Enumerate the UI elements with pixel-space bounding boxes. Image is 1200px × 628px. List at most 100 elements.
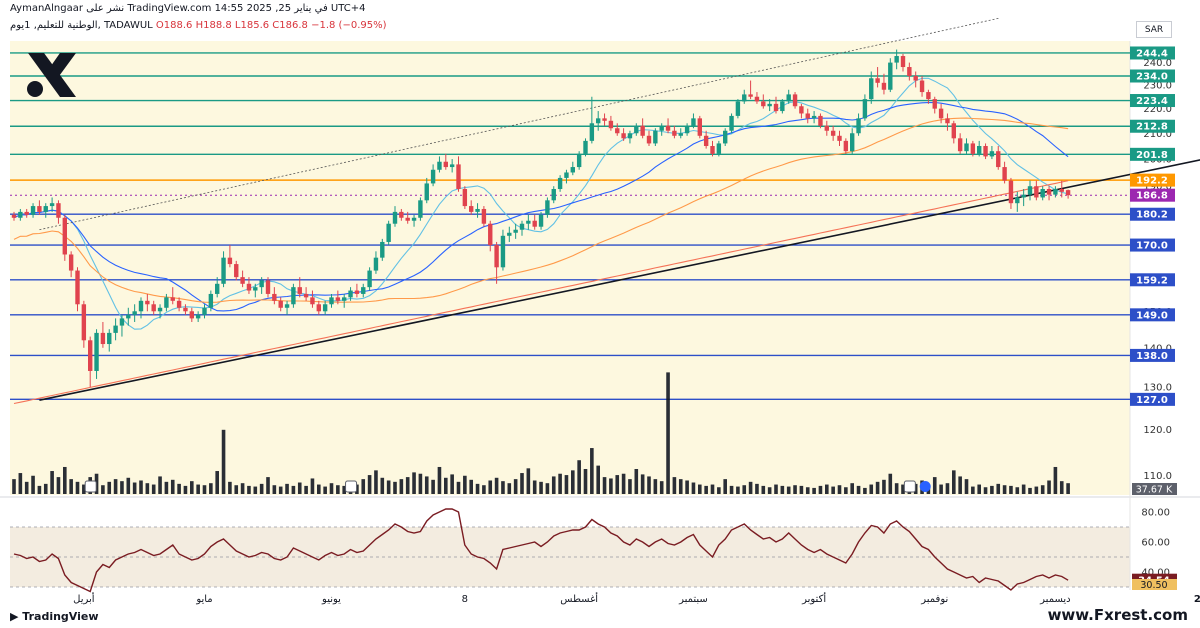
volume-bar (704, 485, 708, 494)
candle-body (157, 307, 163, 312)
volume-bar (932, 477, 937, 494)
candle-body (869, 78, 874, 100)
time-axis-label: أغسطس (560, 592, 598, 605)
candle-body (462, 189, 468, 207)
volume-bar (488, 480, 493, 494)
candle-body (811, 115, 817, 119)
volume-bar (367, 475, 372, 494)
volume-bar (120, 481, 124, 494)
volume-bar (18, 473, 23, 494)
candle-body (627, 133, 633, 139)
candle-body (894, 56, 899, 63)
rsi-axis-tick-label: 60.00 (1141, 538, 1170, 549)
volume-bar (698, 484, 702, 494)
volume-bar (444, 477, 448, 494)
earnings-marker-icon (903, 480, 916, 493)
candle-body (443, 161, 448, 168)
candle-body (900, 56, 906, 68)
candle-body (335, 297, 341, 301)
candle-body (615, 128, 620, 134)
candle-body (983, 146, 988, 157)
volume-bar (323, 486, 327, 494)
price-level-badge: 192.2 (1130, 173, 1175, 187)
candle-body (507, 232, 512, 236)
volume-bar (1021, 484, 1026, 494)
price-level-badge-text: 223.4 (1136, 96, 1168, 107)
earnings-marker-icon (345, 480, 358, 493)
candle-body (653, 130, 658, 144)
candle-body (672, 130, 677, 136)
volume-bar (558, 473, 562, 494)
volume-bar (774, 484, 778, 494)
candle-body (456, 164, 461, 190)
candle-body (278, 300, 283, 308)
symbol-name[interactable]: الوطنية للتعليم, 1يوم, TADAWUL (10, 20, 153, 31)
stock-chart[interactable]: 110.0120.0130.0140.0150.0160.0170.0180.0… (0, 0, 1200, 628)
volume-bar (736, 486, 740, 494)
volume-bar (12, 479, 16, 494)
volume-bar (945, 483, 950, 494)
candle-body (856, 118, 861, 134)
volume-bar (158, 476, 162, 494)
volume-bar (628, 479, 632, 494)
volume-bar (634, 469, 639, 494)
volume-bar (202, 485, 207, 494)
candle-body (215, 283, 220, 294)
candle-body (862, 99, 868, 119)
candle-body (170, 297, 175, 301)
price-level-badge-text: 234.0 (1136, 71, 1168, 82)
candle-body (49, 203, 55, 207)
volume-bar (1002, 485, 1007, 494)
volume-bar (221, 429, 226, 494)
candle-body (1027, 186, 1033, 195)
volume-bar (1028, 487, 1032, 494)
volume-bar (329, 483, 334, 494)
candle-body (100, 332, 106, 345)
candle-body (1015, 197, 1020, 204)
volume-bar (494, 477, 499, 494)
candle-body (754, 96, 760, 102)
volume-bar (1059, 481, 1064, 494)
candle-body (843, 140, 849, 152)
volume-bar (374, 470, 378, 494)
price-level-badge-text: 170.0 (1136, 241, 1168, 252)
volume-bar (272, 485, 277, 494)
price-axis-tick-label: 120.0 (1143, 425, 1172, 436)
symbol-legend[interactable]: الوطنية للتعليم, 1يوم, TADAWUL O188.6 H1… (10, 20, 387, 31)
price-level-badge-text: 180.2 (1136, 210, 1168, 221)
volume-bar (450, 474, 454, 494)
price-level-badge-text: 159.2 (1136, 275, 1168, 286)
volume-bar (75, 481, 80, 494)
candle-body (145, 300, 150, 305)
volume-bar (361, 479, 366, 494)
volume-bar (405, 477, 410, 494)
candle-body (608, 120, 614, 129)
candle-body (659, 125, 664, 131)
candle-body (799, 106, 804, 114)
volume-bar (742, 485, 747, 494)
volume-bar (1047, 480, 1051, 494)
candle-body (424, 183, 429, 201)
candle-body (94, 332, 99, 371)
candle-body (265, 280, 271, 294)
volume-bar (463, 475, 467, 494)
candle-body (989, 151, 995, 157)
time-axis-label: 2025 (1194, 594, 1200, 605)
candle-body (951, 123, 956, 139)
volume-bar (1009, 485, 1013, 494)
volume-bar (1040, 485, 1045, 494)
candle-body (342, 297, 347, 301)
currency-button[interactable]: SAR (1136, 21, 1172, 38)
volume-bar (266, 477, 270, 494)
volume-bar (939, 484, 943, 494)
volume-bar (209, 483, 213, 494)
price-level-badge: 212.8 (1130, 119, 1175, 133)
candle-body (316, 304, 321, 312)
volume-bar (888, 473, 893, 494)
volume-bar (583, 469, 588, 494)
candle-body (88, 340, 93, 371)
candle-body (373, 257, 379, 271)
time-axis-label: يونيو (321, 594, 341, 605)
candle-body (1046, 189, 1052, 195)
candle-body (481, 208, 487, 224)
